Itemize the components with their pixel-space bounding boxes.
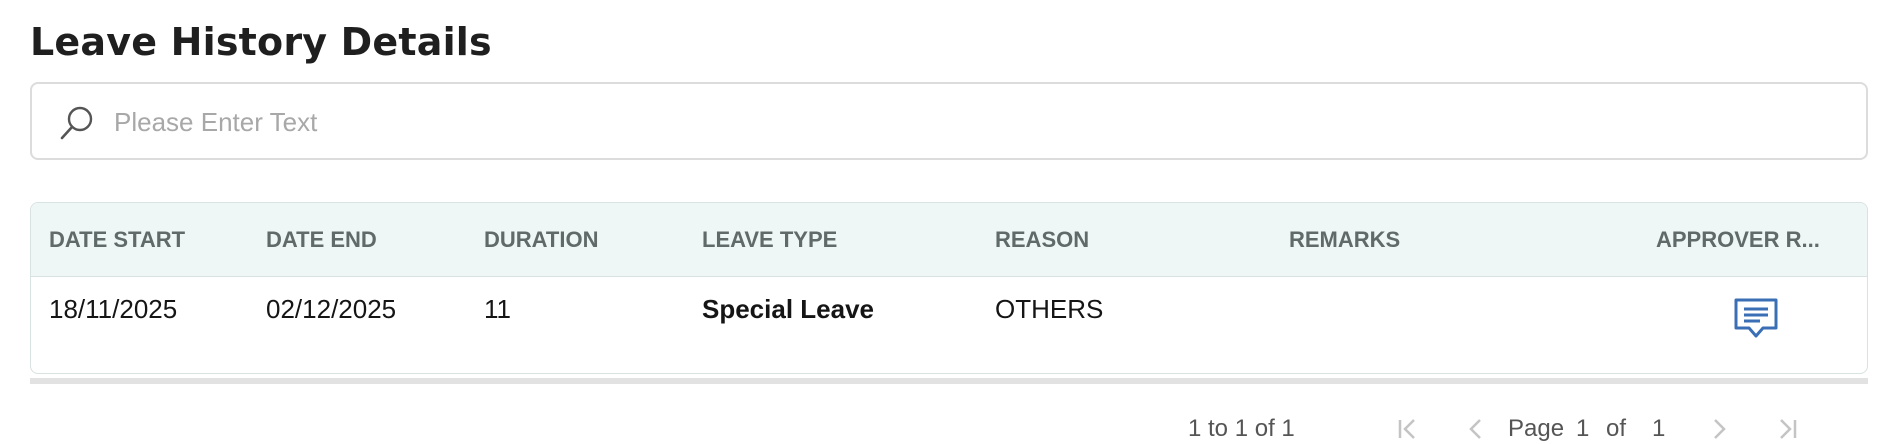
search-input[interactable] <box>112 84 1816 160</box>
first-page-icon[interactable] <box>1395 416 1421 442</box>
column-header-leave-type[interactable]: LEAVE TYPE <box>702 203 837 276</box>
search-bar[interactable] <box>30 82 1868 160</box>
next-page-icon[interactable] <box>1706 416 1732 442</box>
search-icon <box>60 106 93 140</box>
last-page-icon[interactable] <box>1774 416 1800 442</box>
table-row[interactable]: 18/11/2025 02/12/2025 11 Special Leave O… <box>31 277 1867 373</box>
table-header: DATE START DATE END DURATION LEAVE TYPE … <box>31 203 1867 277</box>
comment-icon[interactable] <box>1733 297 1779 341</box>
cell-duration: 11 <box>484 294 511 324</box>
leave-history-table: DATE START DATE END DURATION LEAVE TYPE … <box>30 202 1868 374</box>
pagination-page-label: Page <box>1508 415 1565 442</box>
column-header-date-start[interactable]: DATE START <box>49 203 185 276</box>
pagination-current-page: 1 <box>1576 415 1590 442</box>
column-header-date-end[interactable]: DATE END <box>266 203 377 276</box>
pagination-total-pages: 1 <box>1652 415 1666 442</box>
page-title: Leave History Details <box>30 20 492 64</box>
cell-date-end: 02/12/2025 <box>266 294 397 324</box>
column-header-reason[interactable]: REASON <box>995 203 1089 276</box>
column-header-approver-remarks[interactable]: APPROVER R... <box>1656 203 1820 276</box>
previous-page-icon[interactable] <box>1463 416 1489 442</box>
cell-date-start: 18/11/2025 <box>49 294 178 324</box>
column-header-duration[interactable]: DURATION <box>484 203 598 276</box>
horizontal-scrollbar[interactable] <box>30 378 1868 384</box>
pagination-of-label: of <box>1606 415 1627 442</box>
cell-reason: OTHERS <box>995 294 1104 324</box>
column-header-remarks[interactable]: REMARKS <box>1289 203 1400 276</box>
cell-leave-type: Special Leave <box>702 294 874 324</box>
pagination-summary: 1 to 1 of 1 <box>1188 415 1295 442</box>
